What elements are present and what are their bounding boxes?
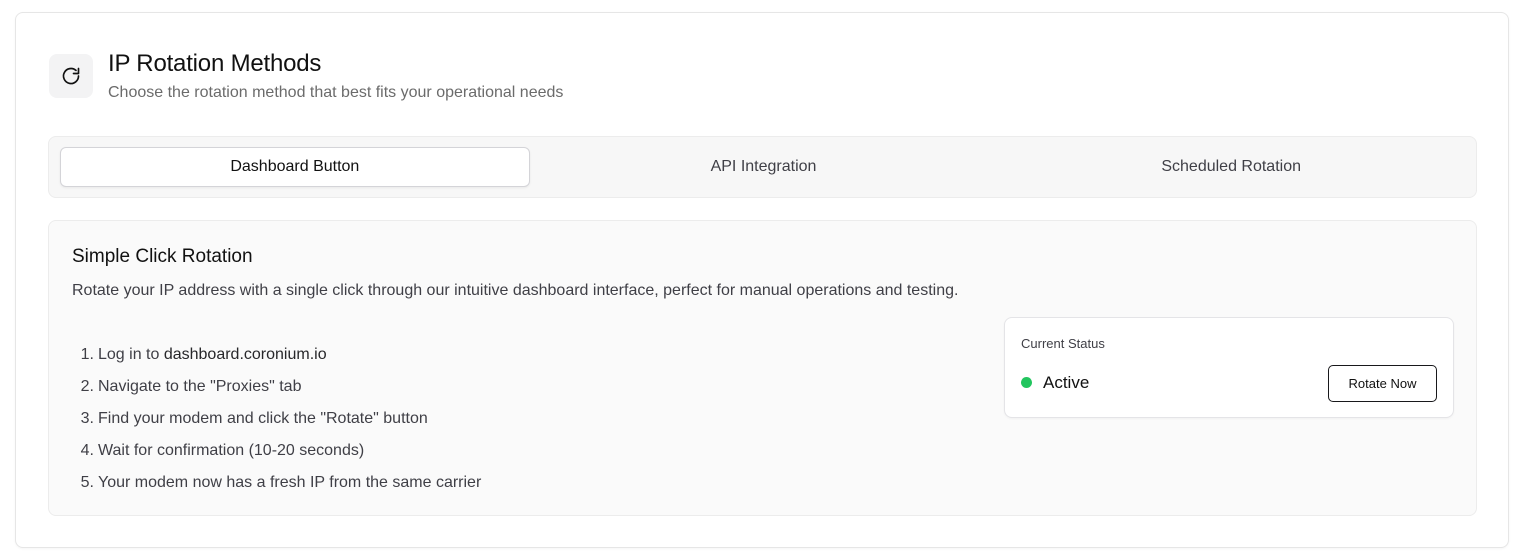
step-text: Log in to [98,346,164,363]
step-text: Wait for confirmation (10-20 seconds) [98,442,365,459]
tab-scheduled-rotation[interactable]: Scheduled Rotation [997,147,1465,187]
list-item: 2. Navigate to the "Proxies" tab [72,376,481,408]
steps-list: 1. Log in to dashboard.coronium.io 2. Navi… [72,344,482,504]
page-title: IP Rotation Methods [108,50,322,77]
status-value: Active [1043,373,1090,392]
list-item: 1. Log in to dashboard.coronium.io [72,344,481,376]
step-number: 3. [80,410,94,427]
status-label: Current Status [1021,336,1105,351]
step-text: Navigate to the "Proxies" tab [98,378,302,395]
step-number: 1. [80,346,94,363]
panel-title: Simple Click Rotation [72,246,253,267]
list-item: 3. Find your modem and click the "Rotate"… [72,408,481,440]
rotation-methods-card: IP Rotation Methods Choose the rotation … [15,12,1509,548]
status-indicator-dot [1021,377,1032,388]
dashboard-url: dashboard.coronium.io [163,346,327,363]
step-text: Find your modem and click the "Rotate" b… [98,410,428,427]
step-number: 2. [80,378,94,395]
tab-dashboard-button[interactable]: Dashboard Button [60,147,530,187]
step-number: 4. [80,442,94,459]
list-item: 4. Wait for confirmation (10-20 seconds) [72,440,481,472]
tab-api-integration[interactable]: API Integration [530,147,998,187]
refresh-icon [49,54,93,98]
page-subtitle: Choose the rotation method that best fit… [108,84,564,101]
step-number: 5. [80,474,94,491]
step-text: Your modem now has a fresh IP from the s… [98,474,482,491]
tab-panel-dashboard-button: Simple Click Rotation Rotate your IP add… [48,220,1477,516]
panel-description: Rotate your IP address with a single cli… [72,282,959,299]
list-item: 5. Your modem now has a fresh IP from the… [72,472,482,504]
rotate-now-button[interactable]: Rotate Now [1328,365,1437,402]
current-status-card: Current Status Active Rotate Now [1004,317,1454,418]
rotation-method-tabs: Dashboard Button API Integration Schedul… [48,136,1477,198]
